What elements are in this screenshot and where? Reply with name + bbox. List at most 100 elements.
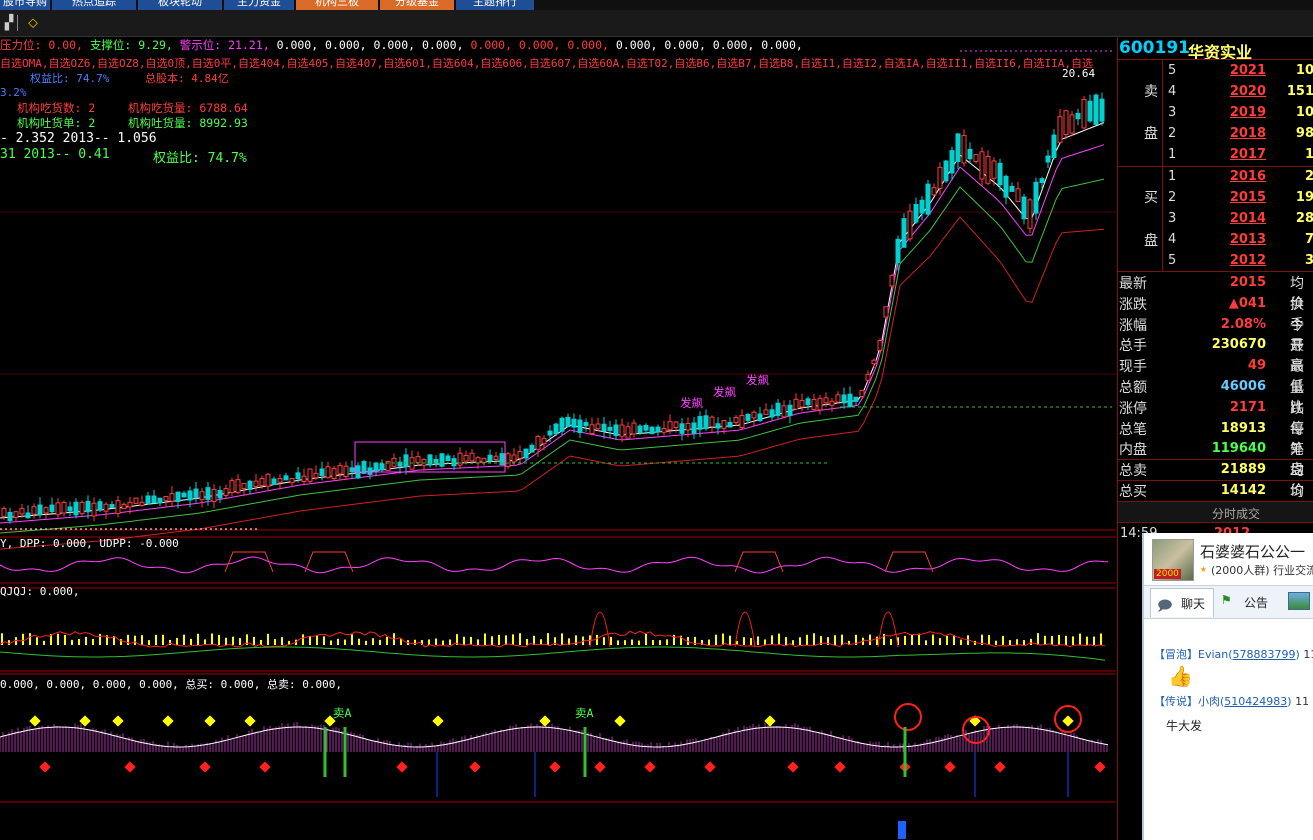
sell-price[interactable]: 2020	[1208, 84, 1266, 99]
buy-level: 2	[1168, 190, 1177, 205]
divider	[1118, 480, 1313, 482]
tab-6[interactable]: 主题排行	[456, 0, 534, 10]
tab-5[interactable]: 分级基金	[380, 0, 454, 10]
yellow-diamond-marker	[244, 715, 256, 727]
candle-body	[25, 512, 31, 519]
navigate-icon[interactable]: ⬦	[24, 14, 42, 32]
candle-body	[37, 504, 43, 516]
candle-body	[829, 400, 835, 406]
candle-body	[253, 480, 259, 487]
tab-2[interactable]: 板块轮动	[138, 0, 222, 10]
buy-label-2: 盘	[1144, 233, 1158, 249]
tab-4[interactable]: 机构三板	[296, 0, 378, 10]
quote-value: 18913	[1220, 420, 1266, 436]
buy-price[interactable]: 2014	[1208, 211, 1266, 226]
red-diamond-marker	[787, 761, 799, 773]
buy-price[interactable]: 2015	[1208, 190, 1266, 205]
tick-header[interactable]: 分时成交	[1118, 501, 1313, 523]
candle-body	[1009, 185, 1015, 192]
candle-body	[517, 451, 523, 459]
quote-value: 14142	[1220, 483, 1266, 498]
candle-body	[889, 274, 895, 287]
tab-0[interactable]: 股市导购	[0, 0, 50, 10]
toolbar: ▞ ⬦	[0, 10, 1313, 37]
candle-body	[769, 409, 775, 418]
tab-notice[interactable]: 公告	[1244, 594, 1268, 611]
tab-1[interactable]: 热点追踪	[52, 0, 136, 10]
equity-ratio-2: 权益比: 74.7%	[153, 151, 247, 166]
candle-body	[529, 444, 535, 453]
fa-piao-label: 发飙	[713, 385, 736, 399]
candle-body	[811, 399, 817, 411]
message-2-time: 11	[1295, 695, 1310, 708]
candle-body	[1003, 175, 1009, 198]
sell-price[interactable]: 2017	[1208, 147, 1266, 162]
candle-body	[433, 458, 439, 464]
candle-body	[151, 495, 157, 504]
candle-body	[43, 507, 49, 514]
candle-body	[661, 427, 667, 433]
candle-body	[505, 453, 511, 468]
yellow-diamond-marker	[614, 715, 626, 727]
candle-body	[601, 423, 607, 432]
candle-body	[139, 501, 145, 507]
stock-header: 600191 华资实业	[1118, 37, 1313, 62]
message-1-id-link[interactable]: 578883799	[1233, 648, 1296, 661]
buy-label: 买	[1144, 190, 1158, 206]
candle-body	[871, 359, 877, 365]
pct-label: 3.2%	[0, 86, 27, 99]
notice-flag-icon[interactable]: ⚑	[1222, 592, 1230, 608]
candle-body	[1063, 110, 1069, 136]
candle-body	[943, 160, 949, 182]
candle-body	[1051, 134, 1057, 159]
candle-body	[259, 477, 265, 486]
tab-3[interactable]: 主力资金	[224, 0, 294, 10]
quote-label: 涨幅	[1119, 317, 1147, 334]
indicator-2-label: Y, DPP: 0.000, UDPP: -0.000	[0, 537, 179, 550]
candle-body	[511, 454, 517, 463]
value-group-a: 0.000, 0.000, 0.000, 0.000,	[269, 38, 464, 52]
toolbar-separator	[17, 15, 18, 31]
sell-volume: 1	[1304, 147, 1313, 162]
buy-price[interactable]: 2016	[1208, 169, 1266, 184]
chart-icon[interactable]: ▞	[0, 14, 18, 32]
candle-body	[535, 435, 541, 450]
candle-body	[223, 488, 229, 496]
sell-level: 2	[1168, 126, 1177, 141]
message-2-id-link[interactable]: 510424983	[1224, 695, 1287, 708]
candle-body	[313, 472, 319, 479]
candle-body	[895, 238, 901, 264]
buy-level: 1	[1168, 169, 1177, 184]
candle-body	[901, 218, 907, 248]
sell-volume: 98	[1295, 126, 1313, 141]
tab-chat[interactable]: 🗩 聊天	[1150, 588, 1214, 617]
candle-body	[985, 155, 991, 184]
candle-body	[91, 502, 97, 517]
chat-window: 2000 石婆婆石公公一 ★ (2000人群) 行业交流 🗩 聊天 ⚑ 公告 【…	[1142, 533, 1313, 840]
candle-body	[1057, 116, 1063, 143]
message-1-time: 11	[1303, 648, 1313, 661]
candle-body	[193, 488, 199, 498]
candle-body	[415, 456, 421, 464]
candle-body	[727, 421, 733, 428]
sell-price[interactable]: 2018	[1208, 126, 1266, 141]
red-diamond-marker	[644, 761, 656, 773]
candle-body	[493, 455, 499, 461]
sell-price[interactable]: 2019	[1208, 105, 1266, 120]
highlight-circle	[894, 703, 922, 731]
sell-price[interactable]: 2021	[1208, 63, 1266, 78]
support-value: 支撑位: 9.29,	[82, 38, 173, 52]
buy-price[interactable]: 2013	[1208, 232, 1266, 247]
group-avatar[interactable]: 2000	[1152, 539, 1194, 581]
candle-body	[1027, 199, 1033, 229]
sell-volume: 10	[1295, 105, 1313, 120]
image-icon[interactable]	[1288, 592, 1310, 610]
buy-price[interactable]: 2012	[1208, 253, 1266, 268]
trapezoid-mark	[224, 551, 274, 573]
candle-body	[805, 398, 811, 406]
candle-body	[109, 504, 115, 509]
candle-body	[481, 457, 487, 463]
buy-volume: 7	[1304, 232, 1313, 247]
yellow-diamond-marker	[29, 715, 41, 727]
candle-body	[169, 493, 175, 502]
